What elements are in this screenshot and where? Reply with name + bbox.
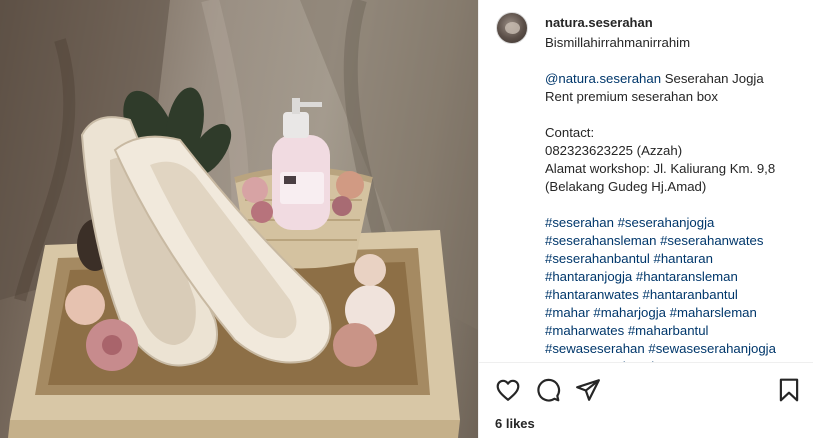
action-bar: 6 likes xyxy=(479,362,813,438)
share-icon[interactable] xyxy=(575,377,601,403)
post-caption: Bismillahirrahmanirrahim @natura.seseraha… xyxy=(545,34,805,362)
caption-line: Rent premium seserahan box xyxy=(545,89,718,104)
mention-link[interactable]: @natura.seserahan xyxy=(545,71,661,86)
caption-line: Alamat workshop: Jl. Kaliurang Km. 9,8 xyxy=(545,161,776,176)
username-link[interactable]: natura.seserahan xyxy=(545,15,653,30)
hashtag-line[interactable]: #hantaranjogja #hantaransleman xyxy=(545,268,805,286)
heart-icon[interactable] xyxy=(495,377,521,403)
likes-count[interactable]: 6 likes xyxy=(495,416,535,431)
comment-icon[interactable] xyxy=(535,377,561,403)
hashtag-line[interactable]: #mahar #maharjogja #maharsleman xyxy=(545,304,805,322)
caption-line: Bismillahirrahmanirrahim xyxy=(545,35,691,50)
caption-line: Contact: xyxy=(545,125,595,140)
hashtag-line[interactable]: #maharwates #maharbantul xyxy=(545,322,805,340)
product-photo xyxy=(0,0,478,438)
avatar[interactable] xyxy=(496,12,528,44)
caption-line: @natura.seserahan Seserahan Jogja xyxy=(545,70,805,88)
post-side-panel: natura.seserahan Bismillahirrahmanirrahi… xyxy=(478,0,813,438)
caption-line: (Belakang Gudeg Hj.Amad) xyxy=(545,179,707,194)
hashtag-line[interactable]: #hantaranwates #hantaranbantul xyxy=(545,286,805,304)
caption-line: 082323623225 (Azzah) xyxy=(545,143,683,158)
hashtag-line[interactable]: #seserahansleman #seserahanwates xyxy=(545,232,805,250)
hashtag-line[interactable]: #sewaseserahan #sewaseserahanjogja xyxy=(545,340,805,358)
bookmark-icon[interactable] xyxy=(776,377,802,403)
hashtag-line[interactable]: #seserahan #seserahanjogja xyxy=(545,214,805,232)
post-photo[interactable] xyxy=(0,0,478,438)
hashtag-line[interactable]: #seserahanbantul #hantaran xyxy=(545,250,805,268)
caption-text: Seserahan Jogja xyxy=(661,71,764,86)
